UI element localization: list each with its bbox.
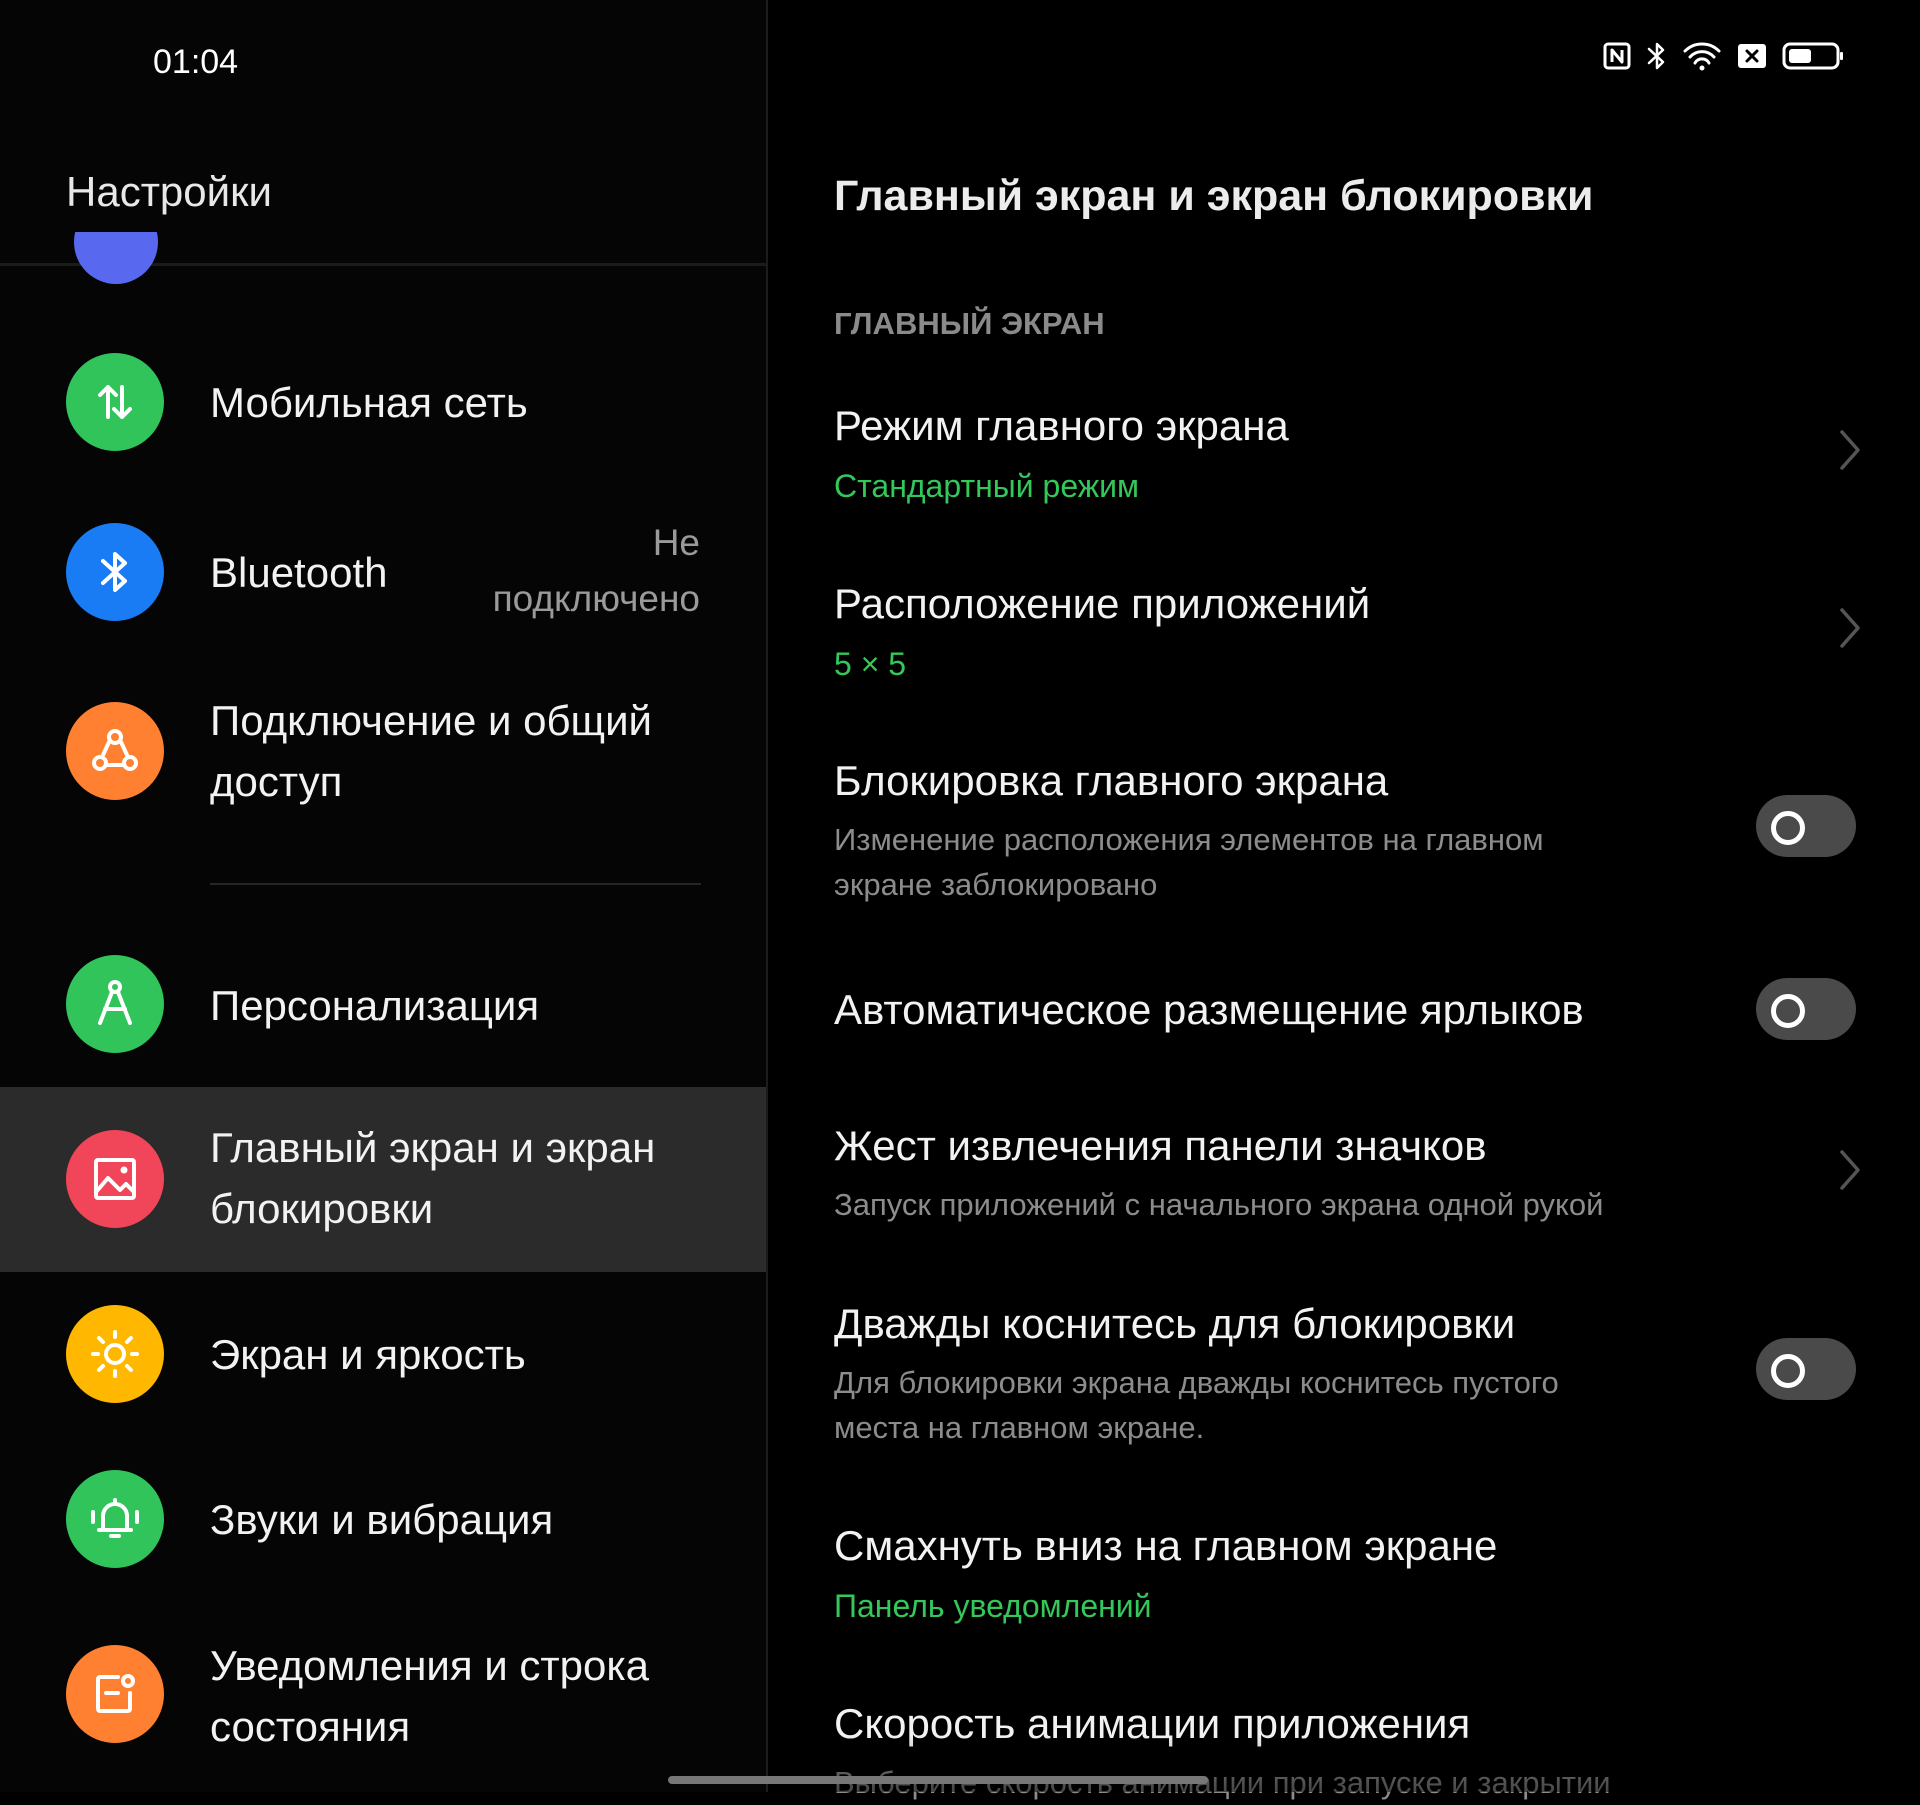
sidebar-item-notifications[interactable]: Уведомления и строка состояния: [0, 1625, 766, 1785]
gesture-navigation-bar[interactable]: [668, 1776, 1208, 1784]
mobile-data-icon: [66, 353, 164, 451]
wallpaper-icon: [66, 1130, 164, 1228]
sidebar-item-label: Bluetooth: [210, 549, 388, 596]
brightness-icon: [66, 1305, 164, 1403]
setting-subtitle-line1: Изменение расположения элементов на глав…: [834, 822, 1544, 857]
sidebar-item-label-line1: Главный экран и экран: [210, 1124, 656, 1171]
setting-subtitle: Запуск приложений с начального экрана од…: [834, 1187, 1604, 1222]
bluetooth-status: Не подключено: [493, 515, 700, 627]
sidebar-item-label-line2: доступ: [210, 758, 343, 805]
sidebar-item-label: Мобильная сеть: [210, 379, 528, 426]
status-time: 01:04: [153, 43, 239, 81]
setting-swipe-down[interactable]: Смахнуть вниз на главном экране Панель у…: [768, 1490, 1920, 1640]
setting-subtitle-line2: экране заблокировано: [834, 867, 1158, 902]
bell-icon: [66, 1470, 164, 1568]
sidebar-item-bluetooth[interactable]: Bluetooth Не подключено: [0, 505, 766, 640]
sidebar-item-label: Персонализация: [210, 982, 540, 1029]
sidebar-title: Настройки: [66, 168, 272, 215]
detail-pane: Главный экран и экран блокировки ГЛАВНЫЙ…: [768, 0, 1920, 1800]
sidebar-item-label: Экран и яркость: [210, 1331, 526, 1378]
setting-subtitle: Изменение расположения элементов на глав…: [834, 817, 1544, 907]
sidebar-item-connection-sharing[interactable]: Подключение и общий доступ: [0, 680, 766, 830]
setting-title: Дважды коснитесь для блокировки: [834, 1300, 1516, 1347]
sidebar-item-mobile-network[interactable]: Мобильная сеть: [0, 335, 766, 470]
chevron-right-icon: [1840, 1150, 1860, 1190]
sidebar-item-label: Главный экран и экран блокировки: [210, 1117, 655, 1239]
setting-value: Панель уведомлений: [834, 1588, 1152, 1624]
setting-app-layout[interactable]: Расположение приложений 5 × 5: [768, 548, 1920, 698]
section-header: ГЛАВНЫЙ ЭКРАН: [834, 306, 1105, 341]
setting-title: Блокировка главного экрана: [834, 757, 1389, 804]
setting-title: Автоматическое размещение ярлыков: [834, 986, 1584, 1033]
sidebar-item-personalization[interactable]: Персонализация: [0, 935, 766, 1075]
sidebar-item-label-line1: Уведомления и строка: [210, 1642, 650, 1689]
setting-double-tap-lock[interactable]: Дважды коснитесь для блокировки Для блок…: [768, 1268, 1920, 1468]
sidebar-group-divider: [210, 883, 701, 885]
sidebar-item-label: Уведомления и строка состояния: [210, 1635, 649, 1757]
settings-sidebar: Настройки Мобильная сеть Bluetooth Не по…: [0, 0, 766, 1792]
setting-subtitle: Для блокировки экрана дважды коснитесь п…: [834, 1360, 1559, 1450]
bluetooth-icon: [66, 523, 164, 621]
setting-home-screen-mode[interactable]: Режим главного экрана Стандартный режим: [768, 370, 1920, 520]
connection-sharing-icon: [66, 702, 164, 800]
sidebar-item-home-lock-screen[interactable]: Главный экран и экран блокировки: [0, 1087, 766, 1272]
sidebar-item-sounds-vibration[interactable]: Звуки и вибрация: [0, 1452, 766, 1587]
setting-title: Жест извлечения панели значков: [834, 1122, 1487, 1169]
auto-place-shortcuts-toggle[interactable]: [1756, 978, 1856, 1040]
sidebar-item-label-line2: состояния: [210, 1703, 411, 1750]
setting-icon-panel-gesture[interactable]: Жест извлечения панели значков Запуск пр…: [768, 1090, 1920, 1240]
setting-subtitle-line2: места на главном экране.: [834, 1410, 1205, 1445]
personalization-icon: [66, 955, 164, 1053]
setting-title: Режим главного экрана: [834, 402, 1289, 449]
setting-title: Смахнуть вниз на главном экране: [834, 1522, 1498, 1569]
sidebar-item-label: Подключение и общий доступ: [210, 690, 652, 812]
notification-icon: [66, 1645, 164, 1743]
double-tap-lock-toggle[interactable]: [1756, 1338, 1856, 1400]
lock-home-screen-toggle[interactable]: [1756, 795, 1856, 857]
setting-value: 5 × 5: [834, 646, 907, 682]
bluetooth-status-line1: Не: [652, 522, 700, 563]
bluetooth-status-line2: подключено: [492, 578, 700, 619]
partial-list-icon: [74, 232, 158, 284]
setting-auto-place-shortcuts[interactable]: Автоматическое размещение ярлыков: [768, 950, 1920, 1070]
setting-lock-home-screen[interactable]: Блокировка главного экрана Изменение рас…: [768, 725, 1920, 925]
sidebar-item-label-line2: блокировки: [210, 1185, 434, 1232]
page-title: Главный экран и экран блокировки: [834, 172, 1594, 220]
chevron-right-icon: [1840, 608, 1860, 648]
sidebar-item-label-line1: Подключение и общий: [210, 697, 653, 744]
setting-value: Стандартный режим: [834, 468, 1140, 504]
chevron-right-icon: [1840, 430, 1860, 470]
sidebar-item-display-brightness[interactable]: Экран и яркость: [0, 1287, 766, 1422]
sidebar-item-label: Звуки и вибрация: [210, 1496, 554, 1543]
setting-title: Расположение приложений: [834, 580, 1371, 627]
setting-subtitle-line1: Для блокировки экрана дважды коснитесь п…: [834, 1365, 1559, 1400]
